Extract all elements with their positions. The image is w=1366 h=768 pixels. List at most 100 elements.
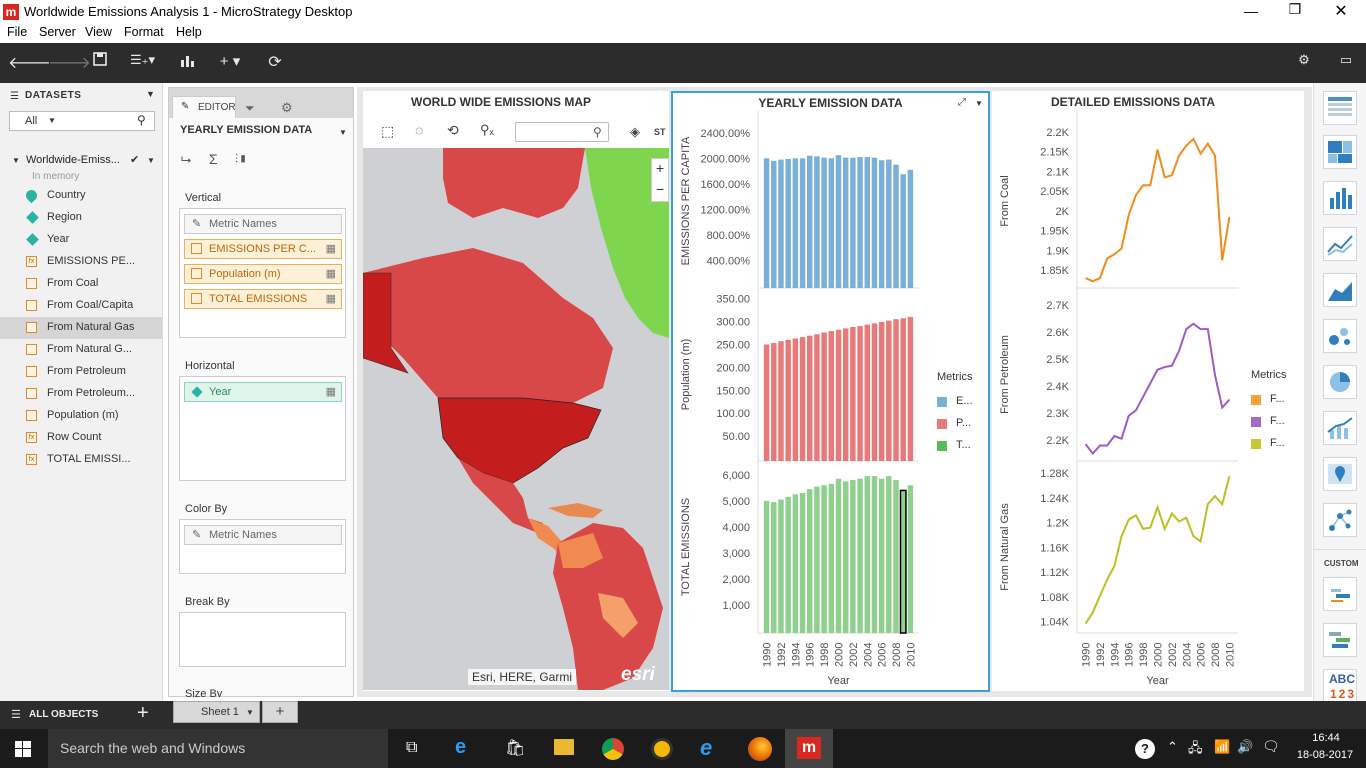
legend-swatch[interactable] [1251, 395, 1261, 405]
all-objects-label[interactable]: ALL OBJECTS [29, 709, 98, 720]
dataset-object-item[interactable]: Population (m) [0, 405, 162, 427]
combo-chart-viz-icon[interactable] [1323, 411, 1357, 445]
year-pill[interactable]: Year ▦ [184, 382, 342, 402]
area-chart-viz-icon[interactable] [1323, 273, 1357, 307]
line-chart-viz-icon[interactable] [1323, 227, 1357, 261]
map-search-input[interactable]: ⚲ [515, 122, 609, 142]
menu-format[interactable]: Format [124, 25, 164, 39]
metric-names-pill[interactable]: ✎ Metric Names [184, 525, 342, 545]
dataset-object-item[interactable]: fx EMISSIONS PE... [0, 251, 162, 273]
clock-time[interactable]: 16:44 [1293, 732, 1359, 744]
dataset-object-item[interactable]: fx Row Count [0, 427, 162, 449]
restore-button[interactable]: ❐ [1285, 1, 1305, 18]
minimize-button[interactable]: — [1241, 3, 1261, 19]
bubble-chart-viz-icon[interactable] [1323, 319, 1357, 353]
settings-icon[interactable]: ⚙ [1292, 52, 1316, 68]
presentation-icon[interactable]: ▭ [1334, 52, 1358, 68]
legend-swatch[interactable] [937, 397, 947, 407]
clock-date[interactable]: 18-08-2017 [1287, 749, 1363, 761]
legend-swatch[interactable] [1251, 417, 1261, 427]
task-view-icon[interactable]: ⧉ [406, 739, 417, 757]
dataset-object-item[interactable]: fx TOTAL EMISSI... [0, 449, 162, 471]
viz-menu-icon[interactable]: ▼ [975, 99, 983, 108]
firefox-icon[interactable] [748, 737, 772, 761]
add-dataset-button[interactable]: + [137, 702, 149, 725]
dataset-object-item[interactable]: Region [0, 207, 162, 229]
maximize-icon[interactable]: ⤢ [958, 97, 966, 108]
emissions-per-capita-pill[interactable]: EMISSIONS PER C... ▦ [184, 239, 342, 259]
edge-browser-icon[interactable]: e [455, 736, 466, 759]
forward-icon[interactable]: 🡒 [48, 52, 91, 73]
dataset-object-item[interactable]: From Coal/Capita [0, 295, 162, 317]
store-icon[interactable]: 🛍 [505, 738, 525, 758]
sum-icon[interactable]: Σ [209, 151, 218, 167]
add-visualization-icon[interactable] [176, 52, 200, 73]
total-emissions-pill[interactable]: TOTAL EMISSIONS ▦ [184, 289, 342, 309]
grid-icon[interactable]: ▦ [326, 385, 336, 398]
map-viz-icon[interactable] [1323, 457, 1357, 491]
pie-chart-viz-icon[interactable] [1323, 365, 1357, 399]
bar-chart-viz-icon[interactable] [1323, 181, 1357, 215]
menu-view[interactable]: View [85, 25, 112, 39]
tab-editor[interactable]: ✎ EDITOR [172, 96, 236, 118]
back-icon[interactable]: 🡐 [8, 52, 51, 73]
menu-help[interactable]: Help [176, 25, 202, 39]
grid-viz-icon[interactable] [1323, 91, 1357, 125]
grid-icon[interactable]: ▦ [326, 292, 336, 305]
save-icon[interactable] [88, 52, 112, 71]
viz-select-icon[interactable]: ▼ [339, 128, 347, 137]
zoom-in-button[interactable]: + [656, 160, 664, 176]
wifi-icon[interactable]: 📶 [1214, 739, 1230, 755]
microstrategy-taskbar-button[interactable]: m [785, 729, 833, 768]
word-cloud-viz-icon[interactable] [1323, 577, 1357, 611]
dataset-filter-select[interactable]: All ▼ ⚲ [9, 111, 155, 131]
taskbar-search-box[interactable]: Search the web and Windows [48, 729, 388, 768]
show-hidden-icons[interactable]: ⌃ [1167, 739, 1178, 755]
circle-select-icon[interactable]: ◌ [415, 122, 423, 138]
datasets-menu-icon[interactable]: ▼ [146, 89, 155, 99]
add-sheet-button[interactable]: + [262, 701, 298, 723]
dataset-object-item[interactable]: From Natural G... [0, 339, 162, 361]
vertical-dropzone[interactable]: ✎ Metric Names EMISSIONS PER C... ▦ Popula… [179, 208, 346, 338]
population-pill[interactable]: Population (m) ▦ [184, 264, 342, 284]
grid-icon[interactable]: ▦ [326, 267, 336, 280]
dataset-object-item[interactable]: From Coal [0, 273, 162, 295]
dataset-name[interactable]: Worldwide-Emiss... [26, 154, 120, 166]
swap-icon[interactable]: ⮡ [181, 152, 191, 168]
dataset-menu-icon[interactable]: ▼ [147, 156, 155, 165]
menu-file[interactable]: File [7, 25, 27, 39]
text-viz-icon[interactable]: ABC 123 [1323, 669, 1357, 705]
collapse-icon[interactable]: ▼ [12, 156, 20, 165]
internet-explorer-icon[interactable]: e [700, 735, 712, 761]
breakby-dropzone[interactable] [179, 612, 346, 667]
network-icon[interactable]: 🖧 [1188, 739, 1203, 761]
volume-icon[interactable]: 🔊 [1237, 739, 1253, 755]
legend-swatch[interactable] [937, 441, 947, 451]
close-button[interactable]: ✕ [1331, 1, 1351, 21]
sheet-tab[interactable]: Sheet 1 ▼ [173, 701, 260, 723]
horizontal-dropzone[interactable]: Year ▦ [179, 376, 346, 481]
action-center-icon[interactable]: 🗨 [1262, 738, 1280, 755]
chart-options-icon[interactable]: ⫶▮ [235, 152, 248, 167]
dataset-object-item[interactable]: Country [0, 185, 162, 207]
help-icon[interactable]: ? [1135, 739, 1155, 759]
lasso-select-icon[interactable]: ⟲ [447, 122, 459, 139]
add-menu-icon[interactable]: + ▾ [218, 52, 242, 70]
zoom-out-button[interactable]: − [656, 181, 664, 197]
heatmap-viz-icon[interactable] [1323, 135, 1357, 169]
layers-icon[interactable]: ◈ [630, 124, 640, 140]
chevron-down-icon[interactable]: ▼ [246, 708, 254, 717]
dataset-object-item[interactable]: From Petroleum... [0, 383, 162, 405]
windows-start-icon[interactable] [15, 741, 31, 760]
metric-names-pill[interactable]: ✎ Metric Names [184, 214, 342, 234]
add-data-icon[interactable]: ☰₊▾ [130, 52, 155, 68]
file-explorer-icon[interactable] [554, 739, 574, 755]
rectangle-select-icon[interactable]: ⬚ [381, 123, 394, 140]
dataset-object-item[interactable]: Year [0, 229, 162, 251]
legend-swatch[interactable] [937, 419, 947, 429]
gantt-viz-icon[interactable] [1323, 623, 1357, 657]
filter-icon[interactable]: ⏷ [245, 101, 255, 116]
format-gear-icon[interactable]: ⚙ [281, 100, 293, 116]
menu-server[interactable]: Server [39, 25, 76, 39]
legend-swatch[interactable] [1251, 439, 1261, 449]
